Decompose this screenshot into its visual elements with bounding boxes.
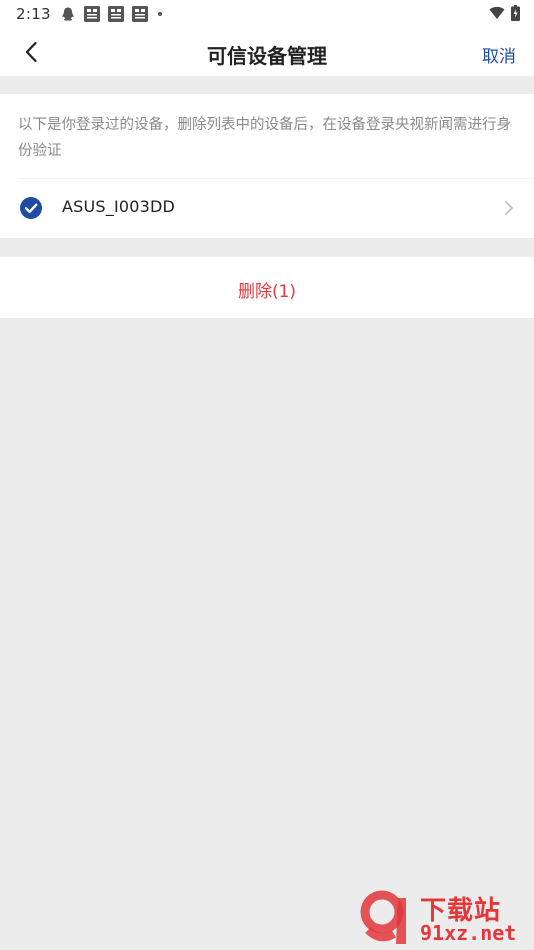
watermark-logo-icon [360,890,406,944]
delete-label: 删除(1) [237,282,297,302]
cancel-button[interactable]: 取消 [482,42,516,67]
more-notifications-dot-icon [158,12,162,16]
info-description: 以下是你登录过的设备，删除列表中的设备后，在设备登录央视新闻需进行身份验证 [18,117,511,159]
chevron-right-icon [505,201,513,215]
qq-icon [62,7,74,21]
watermark: 下载站 91xz.net [358,890,530,948]
status-right [489,5,520,21]
device-row[interactable]: ASUS_I003DD [0,179,534,238]
status-time: 2:13 [16,5,51,23]
news-app-icon [84,6,100,22]
section-gap [0,76,534,94]
nav-bar: 可信设备管理 取消 [0,28,534,76]
wifi-icon [489,6,505,19]
watermark-url-text: 91xz.net [420,921,517,945]
device-list-card: 以下是你登录过的设备，删除列表中的设备后，在设备登录央视新闻需进行身份验证 AS… [0,94,534,238]
checked-circle-icon[interactable] [20,197,42,219]
delete-button[interactable]: 删除(1) [0,257,534,318]
news-app-icon [132,6,148,22]
battery-charging-icon [511,5,520,21]
news-app-icon [108,6,124,22]
status-bar: 2:13 [0,0,534,28]
notification-icons [60,6,164,22]
device-name: ASUS_I003DD [62,197,176,216]
page-title: 可信设备管理 [207,44,327,68]
